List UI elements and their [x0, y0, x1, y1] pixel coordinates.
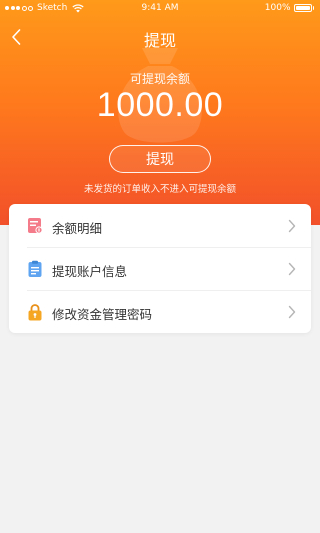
battery-tip [312, 6, 314, 10]
withdraw-button[interactable]: 提现 [109, 145, 211, 173]
chevron-right-icon [288, 219, 296, 233]
chevron-right-icon [288, 305, 296, 319]
menu-item-label: 余额明细 [52, 221, 103, 236]
battery-icon [293, 4, 312, 12]
menu-item-label: 修改资金管理密码 [52, 307, 153, 322]
menu-card: 余额明细 提现账户信息 修改资金管理密码 [9, 204, 311, 333]
status-bar: Sketch 9:41 AM 100% [0, 0, 320, 18]
balance-detail-icon [28, 218, 43, 234]
header-banner: Sketch 9:41 AM 100% 提现 可提现余额 1000.00 提现 … [0, 0, 320, 225]
withdraw-hint: 未发货的订单收入不进入可提现余额 [83, 184, 236, 195]
menu-item-account-info[interactable]: 提现账户信息 [9, 247, 311, 290]
status-right: 100% [265, 3, 314, 13]
battery-percent: 100% [264, 3, 291, 13]
lock-icon [28, 304, 42, 321]
page-title: 提现 [143, 31, 176, 50]
account-info-icon [28, 260, 42, 277]
balance-amount: 1000.00 [96, 86, 224, 124]
chevron-right-icon [288, 262, 296, 276]
menu-item-label: 提现账户信息 [52, 264, 128, 279]
balance-label: 可提现余额 [129, 72, 190, 86]
menu-item-change-password[interactable]: 修改资金管理密码 [9, 290, 311, 333]
menu-item-balance-detail[interactable]: 余额明细 [9, 204, 311, 247]
